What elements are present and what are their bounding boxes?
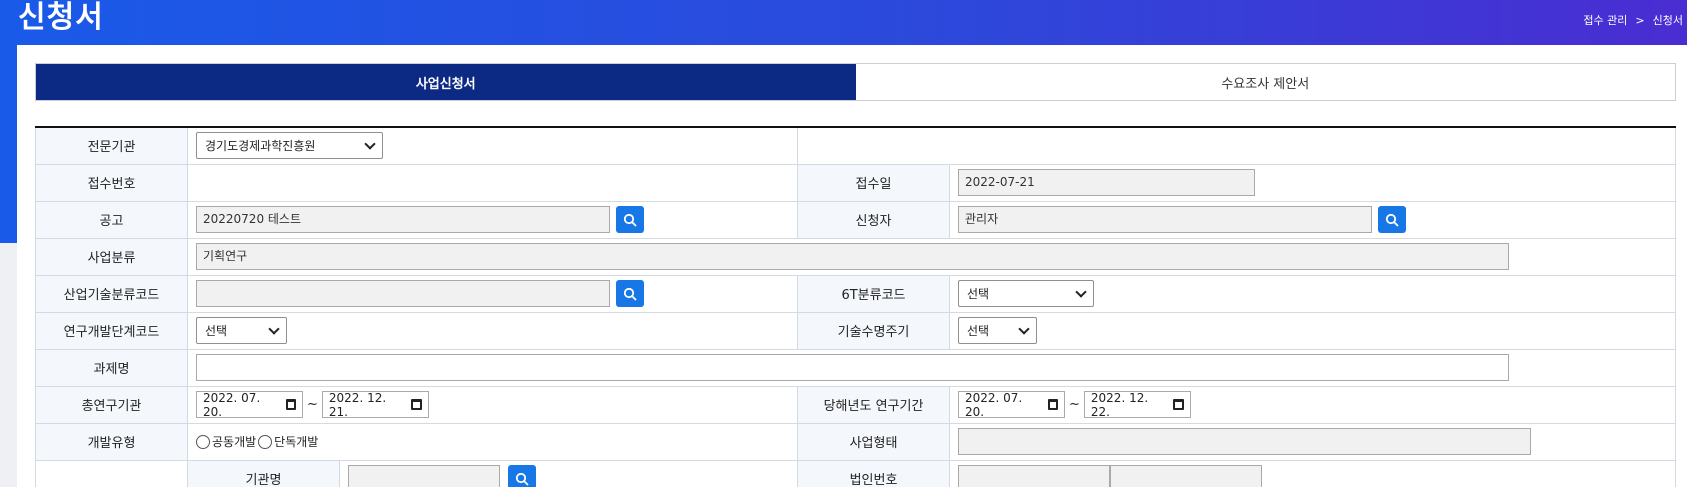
radio-joint-label: 공동개발 [212, 435, 257, 449]
business-class-label: 사업분류 [35, 237, 188, 276]
receipt-date-field[interactable]: 2022-07-21 [958, 169, 1255, 196]
year-period-end-value: 2022. 12. 22. [1090, 390, 1149, 419]
tech-lifecycle-label: 기술수명주기 [797, 311, 950, 350]
six-t-code-select[interactable]: 선택 [958, 280, 1094, 307]
content-card: 사업신청서 수요조사 제안서 전문기관 경기도경제과학진흥원 접수번호 접수일 … [17, 45, 1687, 487]
tab-business-application[interactable]: 사업신청서 [36, 64, 856, 100]
breadcrumb-parent[interactable]: 접수 관리 [1583, 14, 1627, 27]
agency-select-value: 경기도경제과학진흥원 [205, 139, 316, 154]
notice-field[interactable]: 20220720 테스트 [196, 206, 610, 233]
total-period-end-date[interactable]: 2022. 12. 21. [321, 390, 429, 419]
six-t-code-select-value: 선택 [967, 287, 990, 301]
tab-bar: 사업신청서 수요조사 제안서 [35, 63, 1676, 101]
total-period-start-value: 2022. 07. 20. [203, 390, 261, 419]
agency-select[interactable]: 경기도경제과학진흥원 [196, 132, 383, 160]
radio-solo-development[interactable]: 단독개발 [258, 433, 318, 450]
application-form: 전문기관 경기도경제과학진흥원 접수번호 접수일 2022-07-21 공고 2… [35, 126, 1676, 487]
chevron-down-icon [1018, 322, 1030, 335]
search-icon [623, 213, 637, 226]
business-class-field[interactable]: 기획연구 [196, 243, 1509, 270]
corp-no-field-2[interactable] [1110, 465, 1262, 487]
notice-search-button[interactable] [616, 206, 644, 233]
tab-demand-survey-proposal[interactable]: 수요조사 제안서 [855, 64, 1675, 100]
radio-solo-label: 단독개발 [274, 435, 319, 449]
calendar-icon [1173, 399, 1184, 410]
page-title: 신청서 [18, 0, 104, 35]
corp-no-field-1[interactable] [958, 465, 1110, 487]
agency-label: 전문기관 [35, 126, 188, 165]
chevron-down-icon [268, 322, 280, 335]
date-separator: ~ [1069, 397, 1080, 412]
total-period-label: 총연구기관 [35, 385, 188, 424]
org-name-label: 기관명 [187, 459, 340, 487]
radio-circle [258, 434, 273, 449]
project-name-label: 과제명 [35, 348, 188, 387]
calendar-icon [285, 399, 296, 410]
notice-label: 공고 [35, 200, 188, 239]
tech-lifecycle-select-value: 선택 [967, 324, 990, 338]
corp-no-label: 법인번호 [797, 459, 950, 487]
chevron-down-icon [1075, 285, 1087, 298]
project-name-input[interactable] [196, 354, 1509, 381]
rnd-stage-code-label: 연구개발단계코드 [35, 311, 188, 350]
receipt-no-label: 접수번호 [35, 163, 188, 202]
chevron-down-icon [364, 138, 376, 150]
rnd-stage-code-select-value: 선택 [205, 324, 228, 338]
business-type-label: 사업형태 [797, 422, 950, 461]
date-separator: ~ [307, 397, 318, 412]
year-period-label: 당해년도 연구기간 [797, 385, 950, 424]
breadcrumb-separator: > [1635, 14, 1645, 27]
business-type-field[interactable] [958, 428, 1531, 455]
rnd-stage-code-select[interactable]: 선택 [196, 317, 287, 344]
applicant-search-button[interactable] [1378, 206, 1406, 233]
radio-joint-development[interactable]: 공동개발 [196, 433, 256, 450]
calendar-icon [411, 399, 422, 410]
applicant-field[interactable]: 관리자 [958, 206, 1372, 233]
year-period-start-value: 2022. 07. 20. [965, 390, 1023, 419]
year-period-end-date[interactable]: 2022. 12. 22. [1083, 390, 1191, 419]
tech-lifecycle-select[interactable]: 선택 [958, 317, 1037, 344]
radio-circle [196, 434, 210, 449]
industry-code-label: 산업기술분류코드 [35, 274, 188, 313]
search-icon [623, 287, 637, 300]
applicant-label: 신청자 [797, 200, 950, 239]
industry-code-search-button[interactable] [616, 280, 644, 307]
industry-code-field[interactable] [196, 280, 610, 307]
year-period-start-date[interactable]: 2022. 07. 20. [958, 390, 1065, 419]
org-name-field[interactable] [348, 465, 500, 487]
receipt-no-value [187, 163, 798, 202]
calendar-icon [1047, 399, 1058, 410]
search-icon [515, 472, 529, 485]
dev-type-label: 개발유형 [35, 422, 188, 461]
total-period-start-date[interactable]: 2022. 07. 20. [196, 390, 303, 419]
total-period-end-value: 2022. 12. 21. [328, 390, 387, 419]
search-icon [1385, 213, 1399, 226]
receipt-date-label: 접수일 [797, 163, 950, 202]
breadcrumb: 접수 관리 > 신청서 [1579, 12, 1687, 28]
six-t-code-label: 6T분류코드 [797, 274, 950, 313]
breadcrumb-current: 신청서 [1652, 14, 1683, 27]
org-name-search-button[interactable] [508, 465, 536, 487]
